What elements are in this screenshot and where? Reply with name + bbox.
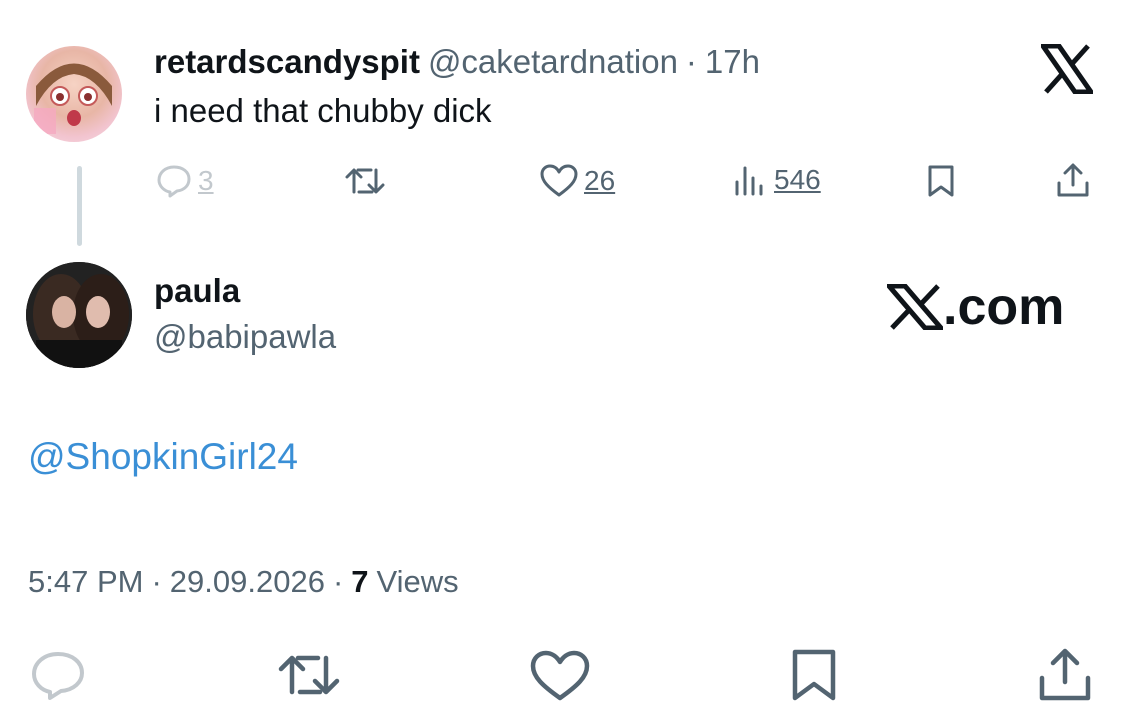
like-button[interactable]: 26 <box>540 164 615 198</box>
thread-line <box>77 166 82 246</box>
views-icon <box>735 166 763 196</box>
share-button[interactable] <box>1056 163 1090 199</box>
like-button[interactable] <box>530 650 590 707</box>
reply-icon <box>32 652 84 700</box>
separator: · <box>332 564 344 599</box>
views-label: Views <box>376 564 459 599</box>
bookmark-icon <box>928 165 954 197</box>
reply-text: i need that chubby dick <box>154 92 492 129</box>
author-handle[interactable]: @babipawla <box>154 318 336 356</box>
avatar-photo-icon <box>26 262 132 368</box>
tweet-time[interactable]: 5:47 PM <box>28 564 143 600</box>
like-icon <box>530 650 590 701</box>
separator: · <box>685 43 697 80</box>
avatar-anime-icon <box>34 63 112 134</box>
reply-display-name[interactable]: retardscandyspit <box>154 43 420 81</box>
tweet-date[interactable]: 29.09.2026 <box>170 564 325 600</box>
share-icon <box>1057 163 1089 197</box>
views-button[interactable]: 546 <box>734 164 821 196</box>
reply-button[interactable]: 3 <box>156 164 214 198</box>
view-count[interactable]: 546 <box>774 164 821 196</box>
reply-button[interactable] <box>30 650 86 705</box>
reply-count[interactable]: 3 <box>198 165 214 197</box>
bookmark-button[interactable] <box>790 648 838 707</box>
reply-icon <box>157 165 191 198</box>
x-com-watermark: .com <box>887 278 1065 336</box>
tweet-metadata: 5:47 PM · 29.09.2026 · 7 Views <box>28 564 459 600</box>
like-icon <box>540 164 578 197</box>
watermark-domain: .com <box>943 278 1065 336</box>
retweet-button[interactable] <box>344 166 386 196</box>
reply-time[interactable]: 17h <box>705 43 760 81</box>
like-count[interactable]: 26 <box>584 165 615 197</box>
avatar[interactable] <box>26 46 122 142</box>
separator: · <box>151 564 162 599</box>
share-icon <box>1039 648 1091 701</box>
bookmark-button[interactable] <box>926 164 956 198</box>
x-logo-icon <box>887 284 943 330</box>
share-button[interactable] <box>1038 648 1092 707</box>
author-display-name[interactable]: paula <box>154 272 240 310</box>
views-count: 7 <box>351 564 369 599</box>
retweet-icon <box>278 655 340 695</box>
retweet-button[interactable] <box>276 652 342 703</box>
retweet-icon <box>345 168 385 194</box>
bookmark-icon <box>792 649 836 701</box>
reply-handle[interactable]: @caketardnation <box>428 43 678 81</box>
avatar[interactable] <box>26 262 132 368</box>
reply-header: retardscandyspit @caketardnation · 17h <box>154 43 760 81</box>
x-logo-icon <box>1038 43 1096 95</box>
mention-link[interactable]: @ShopkinGirl24 <box>28 436 298 478</box>
